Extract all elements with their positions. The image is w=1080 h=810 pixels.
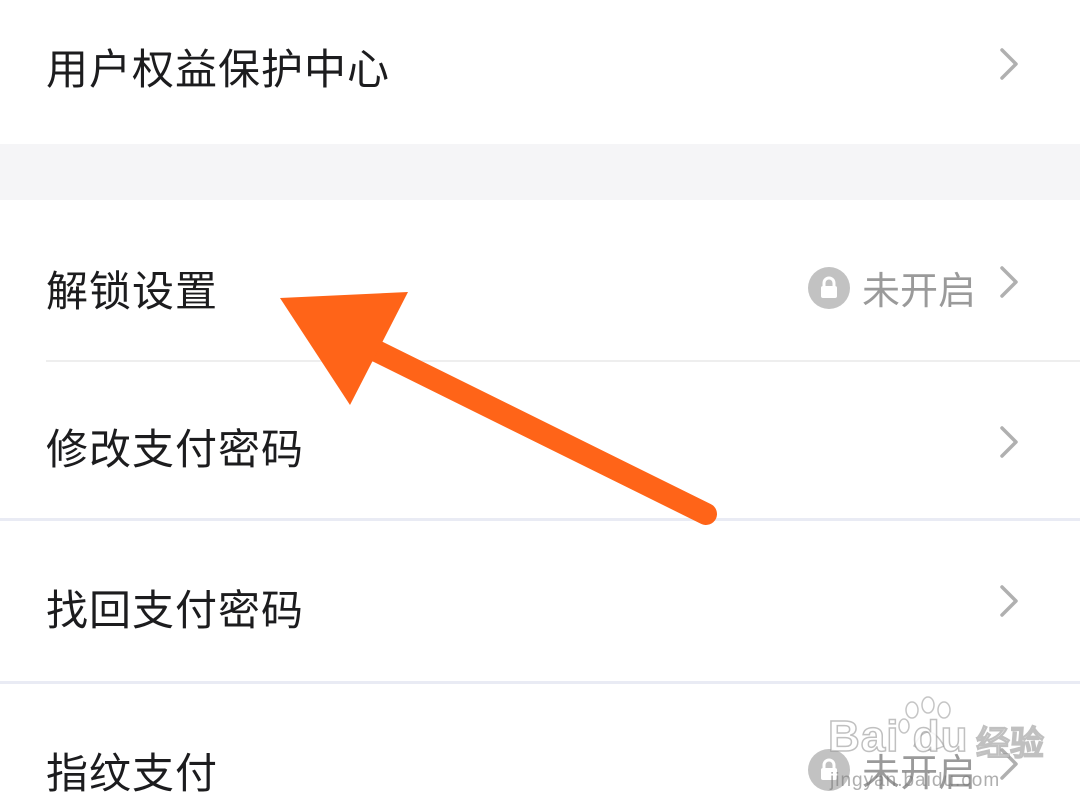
lock-icon [807,748,850,791]
chevron-right-icon [1000,426,1018,458]
payment-settings-screen: 用户权益保护中心 解锁设置 未开启 修改支付密码 找回支付密码 指纹支付 未开启… [0,0,1080,810]
menu-item-change-pay-password[interactable]: 修改支付密码 [0,362,1080,518]
status-text: 未开启 [861,269,976,313]
menu-item-user-rights-center[interactable]: 用户权益保护中心 [0,0,1080,144]
fingerprint-status: 未开启 [807,742,976,797]
menu-item-unlock-settings[interactable]: 解锁设置 未开启 [0,200,1080,360]
menu-item-label: 修改支付密码 [46,425,305,474]
chevron-right-icon [1000,585,1018,617]
lock-icon [807,266,850,309]
menu-item-label: 找回支付密码 [46,586,305,635]
menu-item-fingerprint-pay[interactable]: 指纹支付 未开启 [0,684,1080,810]
chevron-right-icon [1000,748,1018,780]
chevron-right-icon [1000,48,1018,80]
menu-item-label: 用户权益保护中心 [46,45,391,94]
menu-item-recover-pay-password[interactable]: 找回支付密码 [0,521,1080,681]
chevron-right-icon [1000,266,1018,298]
menu-item-label: 解锁设置 [46,267,219,316]
section-gap [0,144,1080,200]
status-text: 未开启 [861,751,976,795]
menu-item-label: 指纹支付 [46,749,219,798]
unlock-status: 未开启 [807,260,976,315]
